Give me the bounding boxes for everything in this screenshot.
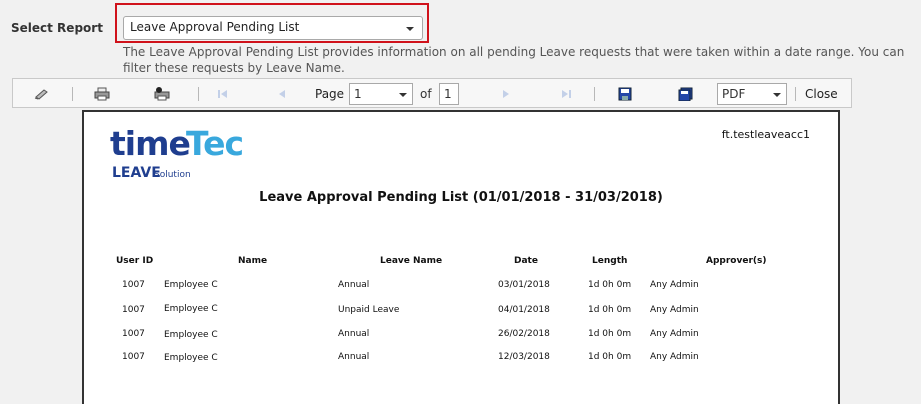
toolbar-separator [795, 87, 796, 101]
edit-icon[interactable] [33, 85, 51, 103]
cell-date: 03/01/2018 [498, 280, 550, 290]
cell-user-id: 1007 [122, 280, 145, 290]
cell-approver: Any Admin [650, 352, 699, 362]
report-description: The Leave Approval Pending List provides… [123, 45, 905, 75]
print-icon[interactable] [93, 85, 111, 103]
next-page-icon[interactable] [497, 85, 515, 103]
cell-leave-name: Annual [338, 352, 370, 362]
account-name: ft.testleaveacc1 [721, 128, 810, 141]
toolbar-separator [594, 87, 595, 101]
cell-leave-name: Annual [338, 329, 370, 339]
cell-user-id: 1007 [122, 352, 145, 362]
last-page-icon[interactable] [557, 85, 575, 103]
save-icon[interactable] [616, 85, 634, 103]
logo-text-solution: Solution [154, 170, 191, 180]
chevron-down-icon [406, 27, 414, 31]
cell-length: 1d 0h 0m [588, 329, 632, 339]
cell-length: 1d 0h 0m [588, 305, 632, 315]
select-report-label: Select Report [11, 21, 103, 35]
page-select[interactable]: 1 [349, 83, 413, 105]
page-label: Page [315, 87, 345, 101]
total-pages-field: 1 [439, 83, 459, 105]
export-format-value: PDF [722, 87, 746, 101]
report-preview: time Tec LEAVE Solution ft.testleaveacc1… [82, 110, 840, 404]
chevron-down-icon [773, 93, 781, 97]
column-header-user-id: User ID [116, 256, 154, 266]
column-header-approvers: Approver(s) [706, 256, 767, 266]
cell-length: 1d 0h 0m [588, 280, 632, 290]
cell-leave-name: Unpaid Leave [338, 305, 400, 315]
cell-leave-name: Annual [338, 280, 370, 290]
close-button[interactable]: Close [805, 87, 838, 101]
timetec-logo: time Tec LEAVE Solution [110, 124, 250, 184]
of-label: of [420, 87, 432, 101]
column-header-date: Date [514, 256, 538, 266]
cell-name: Employee C [164, 304, 218, 314]
cell-approver: Any Admin [650, 329, 699, 339]
cell-date: 04/01/2018 [498, 305, 550, 315]
cell-approver: Any Admin [650, 280, 699, 290]
first-page-icon[interactable] [214, 85, 232, 103]
report-select[interactable]: Leave Approval Pending List [123, 16, 423, 40]
report-title: Leave Approval Pending List (01/01/2018 … [259, 190, 663, 205]
cell-user-id: 1007 [122, 329, 145, 339]
toolbar-separator [72, 87, 73, 101]
logo-text-time: time [110, 124, 191, 163]
export-format-select[interactable]: PDF [717, 83, 787, 105]
cell-date: 12/03/2018 [498, 352, 550, 362]
toolbar-separator [198, 87, 199, 101]
chevron-down-icon [399, 93, 407, 97]
column-header-leave-name: Leave Name [380, 256, 443, 266]
cell-date: 26/02/2018 [498, 329, 550, 339]
cell-user-id: 1007 [122, 305, 145, 315]
column-header-name: Name [238, 256, 268, 266]
cell-name: Employee C [164, 353, 218, 363]
cell-length: 1d 0h 0m [588, 352, 632, 362]
cell-name: Employee C [164, 330, 218, 340]
print-setup-icon[interactable] [153, 85, 171, 103]
column-header-length: Length [592, 256, 628, 266]
prev-page-icon[interactable] [273, 85, 291, 103]
cell-name: Employee C [164, 280, 218, 290]
report-select-value: Leave Approval Pending List [130, 20, 300, 34]
cell-approver: Any Admin [650, 305, 699, 315]
save-as-icon[interactable] [677, 85, 695, 103]
page-select-value: 1 [354, 87, 362, 101]
report-toolbar: Page 1 of 1 PDF Close [12, 78, 852, 108]
logo-text-tec: Tec [186, 124, 244, 163]
